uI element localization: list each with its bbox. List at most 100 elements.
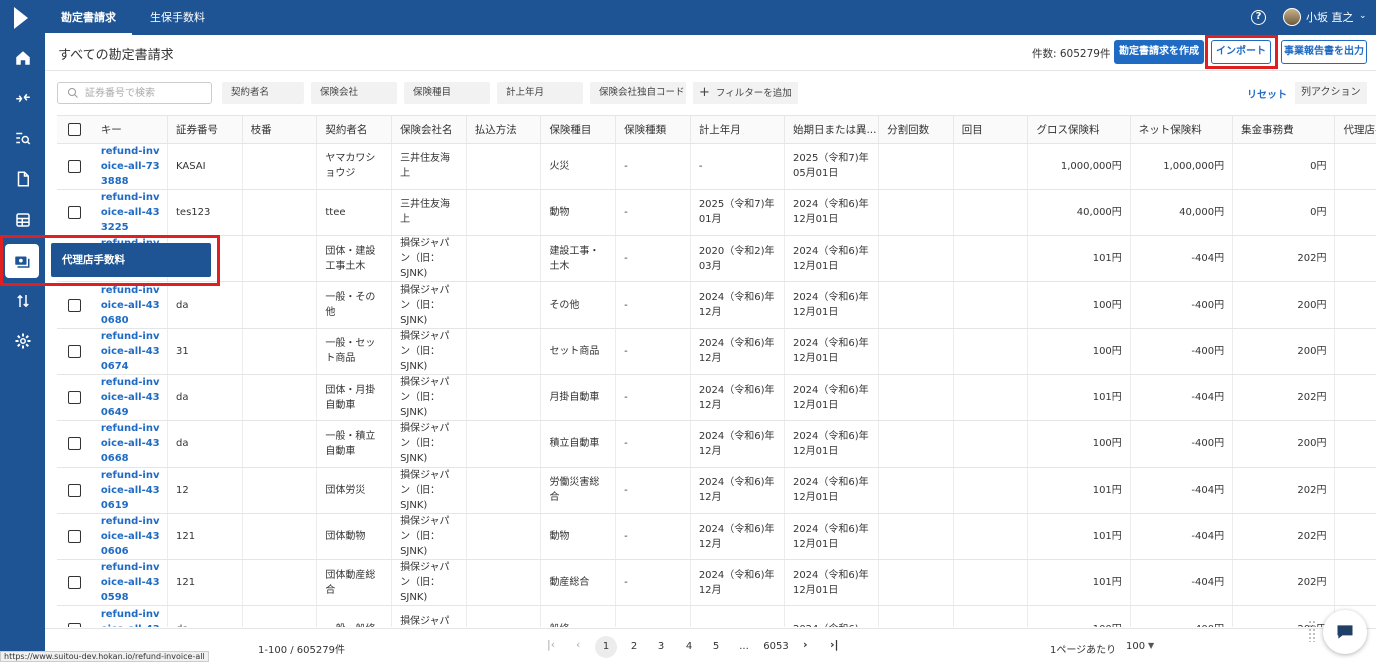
add-filter-button[interactable]: + フィルターを追加 (693, 82, 798, 104)
column-header[interactable]: 契約者名 (316, 116, 393, 144)
column-header[interactable]: 回目 (953, 116, 1029, 144)
logo-icon[interactable] (14, 7, 28, 29)
page-2[interactable]: 2 (623, 636, 645, 658)
table-cell: 121 (167, 559, 243, 607)
table-cell: 2024（令和6) (784, 605, 880, 627)
reset-link[interactable]: リセット (1247, 86, 1287, 101)
transfer-icon[interactable] (0, 81, 45, 115)
search-input[interactable] (85, 85, 205, 101)
chevron-down-icon[interactable]: ⌄ (1359, 11, 1367, 21)
document-icon[interactable] (0, 162, 45, 196)
column-header[interactable]: 計上年月 (690, 116, 785, 144)
export-report-button[interactable]: 事業報告書を出力 (1281, 40, 1367, 64)
record-key-link[interactable]: refund-invoice-all-733888 (92, 143, 168, 190)
record-key-link[interactable]: refund-invoice-all-433225 (92, 189, 168, 237)
table-row[interactable]: refund-invoice-all-4306da 一般・船修損保ジャパン 船修- 2… (57, 605, 1376, 627)
record-key-link[interactable]: refund-invoice-all-430606 (92, 513, 168, 561)
table-cell: 船修 (540, 605, 617, 627)
table-row[interactable]: refund-invoice-all-430606 121 団体動物 損保ジャパン（旧… (57, 513, 1376, 561)
user-name[interactable]: 小坂 直之 (1306, 0, 1354, 35)
create-invoice-button[interactable]: 勘定書請求を作成 (1114, 40, 1204, 64)
record-key-link[interactable]: refund-invoice-all-430649 (92, 374, 168, 422)
status-url: https://www.suitou-dev.hokan.io/refund-i… (0, 651, 209, 662)
page-last[interactable]: 6053 (760, 636, 792, 658)
table-cell: 積立自動車 (540, 420, 617, 468)
row-checkbox[interactable] (68, 205, 81, 219)
first-page-icon[interactable]: |‹ (547, 638, 555, 651)
last-page-icon[interactable]: ›| (830, 638, 839, 651)
row-checkbox[interactable] (68, 622, 81, 627)
row-checkbox[interactable] (68, 483, 81, 497)
row-checkbox[interactable] (68, 391, 81, 405)
column-actions-button[interactable]: 列アクション (1295, 82, 1367, 104)
page-1[interactable]: 1 (595, 636, 617, 658)
column-header[interactable]: 集金事務費 (1232, 116, 1336, 144)
row-checkbox[interactable] (68, 159, 81, 173)
filter-booking-month[interactable]: 計上年月 (497, 82, 583, 104)
prev-page-icon[interactable]: ‹ (576, 638, 580, 651)
list-search-icon[interactable] (0, 121, 45, 155)
record-key-link[interactable]: refund-invoice-all-430674 (92, 328, 168, 375)
table-row[interactable]: refund-invoice-all-430674 31 一般・セット商品 損保ジャパ… (57, 328, 1376, 375)
table-row[interactable]: refund-invoice-all-430680 da 一般・その他 損保ジャパン（… (57, 281, 1376, 329)
table-row[interactable]: refund-invoice-all-433225 tes123 ttee 三井住友海… (57, 189, 1376, 237)
record-key-link[interactable]: refund-invoice-all-430619 (92, 467, 168, 514)
table-row[interactable]: refund-invoice-all-430668 da 一般・積立自動車 損保ジャパ… (57, 420, 1376, 468)
column-header[interactable]: グロス保険料 (1027, 116, 1131, 144)
per-page-select[interactable]: 100 (1126, 641, 1145, 652)
table-row[interactable]: refund-invoice-all-430598 121 団体動産総合 損保ジャパン… (57, 559, 1376, 607)
filter-contractor[interactable]: 契約者名 (222, 82, 304, 104)
column-header[interactable]: 枝番 (242, 116, 318, 144)
page-5[interactable]: 5 (705, 636, 727, 658)
chat-button[interactable] (1323, 610, 1367, 654)
column-header[interactable]: 保険種目 (540, 116, 617, 144)
table-cell: - (615, 467, 691, 514)
search-box[interactable] (57, 82, 212, 104)
column-header[interactable]: ネット保険料 (1130, 116, 1234, 144)
record-key-link[interactable]: refund-invoice-all-430668 (92, 420, 168, 468)
tab-invoice-request[interactable]: 勘定書請求 (45, 0, 132, 35)
table-cell (466, 143, 542, 190)
column-header[interactable]: 始期日または異... (784, 116, 880, 144)
filter-insurer[interactable]: 保険会社 (311, 82, 397, 104)
column-header[interactable]: 払込方法 (466, 116, 542, 144)
table-row[interactable]: refund-invoice-all-430687団体・建設工事土木損保ジャパン… (57, 235, 1376, 283)
tab-life-commission[interactable]: 生保手数料 (134, 0, 221, 35)
table-icon[interactable] (0, 203, 45, 237)
record-key-link[interactable]: refund-invoice-all-430680 (92, 281, 168, 329)
select-all-checkbox[interactable] (68, 122, 81, 136)
column-header[interactable]: 証券番号 (167, 116, 243, 144)
help-icon[interactable]: ? (1251, 10, 1266, 25)
table-cell: 2024（令和6)年12月 (690, 559, 785, 607)
caret-down-icon[interactable]: ▼ (1148, 641, 1154, 650)
resize-grip[interactable] (1308, 620, 1316, 642)
sort-icon[interactable] (0, 284, 45, 318)
column-header[interactable]: 代理店手数 (1334, 116, 1376, 144)
row-checkbox[interactable] (68, 576, 81, 590)
table-row[interactable]: refund-invoice-all-733888 KASAI ヤマカワショウジ 三井… (57, 143, 1376, 190)
column-header[interactable]: 保険会社名 (391, 116, 467, 144)
column-header[interactable]: キー (92, 116, 168, 144)
row-checkbox[interactable] (68, 437, 81, 451)
filter-insurer-code[interactable]: 保険会社独自コード (590, 82, 686, 104)
record-key-link[interactable]: refund-invoice-all-4306 (92, 605, 168, 627)
gear-icon[interactable] (0, 324, 45, 358)
column-header[interactable]: 保険種類 (615, 116, 691, 144)
table-row[interactable]: refund-invoice-all-430619 12 団体労災 損保ジャパン（旧：… (57, 467, 1376, 514)
row-select-cell (57, 513, 93, 561)
row-checkbox[interactable] (68, 344, 81, 358)
page-4[interactable]: 4 (678, 636, 700, 658)
table-cell: 一般・船修 (316, 605, 393, 627)
row-checkbox[interactable] (68, 530, 81, 544)
table-row[interactable]: refund-invoice-all-430649 da 団体・月掛自動車 損保ジャパ… (57, 374, 1376, 422)
table-cell (878, 420, 954, 468)
table-cell: 建設工事・土木 (540, 235, 617, 283)
column-header[interactable]: 分割回数 (878, 116, 954, 144)
home-icon[interactable] (0, 41, 45, 75)
record-key-link[interactable]: refund-invoice-all-430598 (92, 559, 168, 607)
filter-insurance-type[interactable]: 保険種目 (404, 82, 490, 104)
row-checkbox[interactable] (68, 298, 81, 312)
page-3[interactable]: 3 (650, 636, 672, 658)
avatar[interactable] (1283, 8, 1301, 26)
next-page-icon[interactable]: › (803, 638, 808, 651)
